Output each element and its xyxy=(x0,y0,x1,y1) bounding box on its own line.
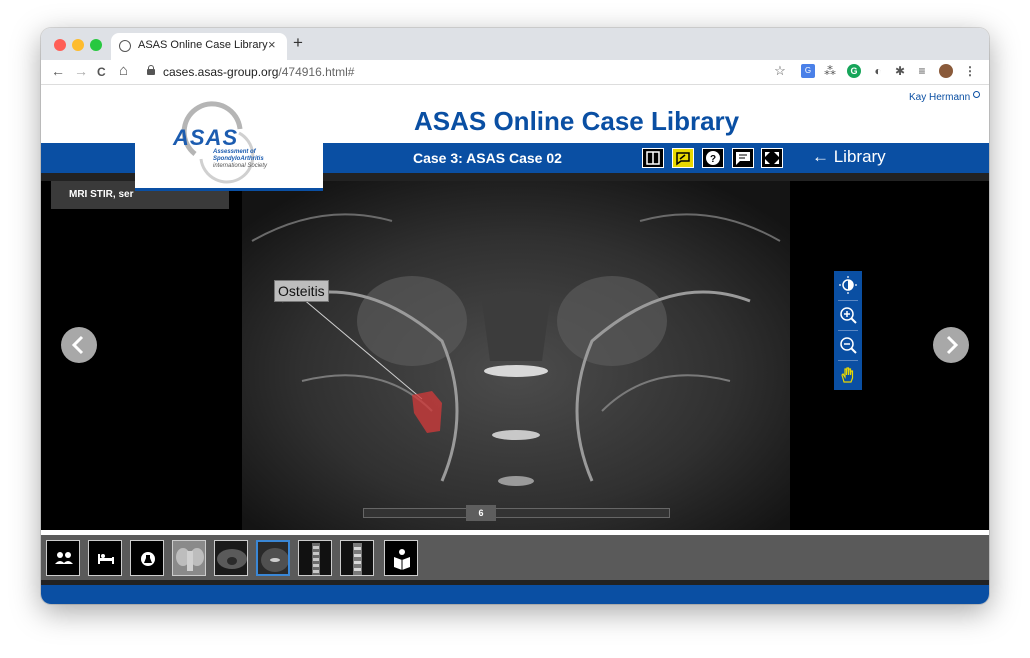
comment-icon xyxy=(736,152,750,165)
book-reader-icon xyxy=(394,549,410,570)
browser-toolbar: ← → C ⌂ cases.asas-group.org/474916.html… xyxy=(41,60,989,85)
thumbnail-xray[interactable] xyxy=(172,540,206,576)
extension-icon[interactable]: ⁂ xyxy=(823,64,837,78)
thumbnail-reading[interactable] xyxy=(384,540,418,576)
puzzle-extensions-icon[interactable]: ✱ xyxy=(893,64,907,78)
bookmark-star-icon[interactable]: ☆ xyxy=(773,64,787,78)
mri-image[interactable] xyxy=(242,181,790,530)
layout-icon xyxy=(646,151,660,165)
zoom-in-icon xyxy=(840,307,857,324)
library-link[interactable]: ← Library xyxy=(812,147,886,167)
logo-subtitle-2: SpondyloArthritis xyxy=(213,156,264,162)
tab-title: ASAS Online Case Library xyxy=(138,39,268,51)
contrast-button[interactable] xyxy=(838,275,858,295)
thumbnail-strip xyxy=(41,535,989,580)
image-tools-panel xyxy=(834,271,862,390)
thumbnail-mri-spine[interactable] xyxy=(298,540,332,576)
thumbnail-patients[interactable] xyxy=(46,540,80,576)
user-name-link[interactable]: Kay Hermann xyxy=(909,92,970,103)
layout-toggle-button[interactable] xyxy=(642,148,664,168)
browser-tab[interactable]: ASAS Online Case Library × xyxy=(111,33,287,60)
footer-bar xyxy=(41,585,989,604)
hospital-bed-icon xyxy=(98,554,114,564)
zoom-out-button[interactable] xyxy=(838,335,858,355)
reload-button[interactable]: C xyxy=(97,65,106,79)
help-button[interactable]: ? xyxy=(702,148,724,168)
zoom-window-button[interactable] xyxy=(90,39,102,51)
forward-button[interactable]: → xyxy=(74,63,88,79)
case-title: Case 3: ASAS Case 02 xyxy=(413,150,562,166)
tab-close-icon[interactable]: × xyxy=(268,37,276,52)
zoom-in-button[interactable] xyxy=(838,305,858,325)
people-icon xyxy=(55,552,73,564)
previous-image-button[interactable] xyxy=(61,327,97,363)
close-window-button[interactable] xyxy=(54,39,66,51)
extension-circle-icon[interactable]: ◐ xyxy=(871,64,885,78)
thumbnail-mri-axial[interactable] xyxy=(214,540,248,576)
address-bar[interactable]: cases.asas-group.org/474916.html# xyxy=(139,61,789,83)
slice-slider[interactable]: 6 xyxy=(363,505,670,521)
asas-logo[interactable]: ASAS Assessment of SpondyloArthritis int… xyxy=(135,99,323,191)
hand-icon xyxy=(841,367,854,383)
home-button[interactable]: ⌂ xyxy=(119,62,128,79)
annotation-toggle-button[interactable] xyxy=(672,148,694,168)
zoom-out-icon xyxy=(840,337,857,354)
thumbnail-clinical[interactable] xyxy=(88,540,122,576)
user-status-icon xyxy=(973,91,980,98)
minimize-window-button[interactable] xyxy=(72,39,84,51)
help-icon: ? xyxy=(706,151,720,165)
thumbnail-mri-spine-2[interactable] xyxy=(340,540,374,576)
slice-slider-thumb[interactable]: 6 xyxy=(466,505,496,521)
annotation-label[interactable]: Osteitis xyxy=(274,280,329,302)
web-page: ASAS Online Case Library Kay Hermann Cas… xyxy=(41,85,989,604)
lab-flask-icon xyxy=(141,552,155,566)
thumbnail-lab[interactable] xyxy=(130,540,164,576)
grammarly-extension-icon[interactable]: G xyxy=(847,64,861,78)
logo-subtitle-3: international Society xyxy=(213,163,268,169)
back-button[interactable]: ← xyxy=(51,63,65,79)
chevron-right-icon xyxy=(946,335,959,355)
image-viewer[interactable]: MRI STIR, ser Osteitis 6 xyxy=(41,181,989,530)
menu-kebab-icon[interactable]: ⋮ xyxy=(963,64,977,78)
translate-extension-icon[interactable]: G xyxy=(801,64,815,78)
chevron-left-icon xyxy=(71,335,84,355)
pan-button[interactable] xyxy=(838,365,858,385)
page-title: ASAS Online Case Library xyxy=(414,106,740,136)
brightness-icon xyxy=(839,276,857,294)
logo-subtitle-1: Assessment of xyxy=(213,149,256,155)
reading-list-icon[interactable]: ≡ xyxy=(915,64,929,78)
next-image-button[interactable] xyxy=(933,327,969,363)
browser-window: ASAS Online Case Library × + ← → C ⌂ cas… xyxy=(41,28,989,604)
comments-button[interactable] xyxy=(732,148,754,168)
fullscreen-icon xyxy=(765,152,779,164)
tab-strip: ASAS Online Case Library × + xyxy=(41,28,989,60)
logo-text: ASAS xyxy=(173,125,239,150)
url-text: cases.asas-group.org/474916.html# xyxy=(163,65,355,79)
svg-text:?: ? xyxy=(710,154,716,165)
thumbnail-mri-coronal[interactable] xyxy=(256,540,290,576)
series-label-text: MRI STIR, ser xyxy=(69,189,134,200)
profile-avatar[interactable] xyxy=(939,64,953,78)
globe-icon xyxy=(119,40,131,52)
lock-icon xyxy=(147,65,155,75)
fullscreen-button[interactable] xyxy=(761,148,783,168)
new-tab-button[interactable]: + xyxy=(293,33,303,53)
annotation-icon xyxy=(676,152,690,166)
